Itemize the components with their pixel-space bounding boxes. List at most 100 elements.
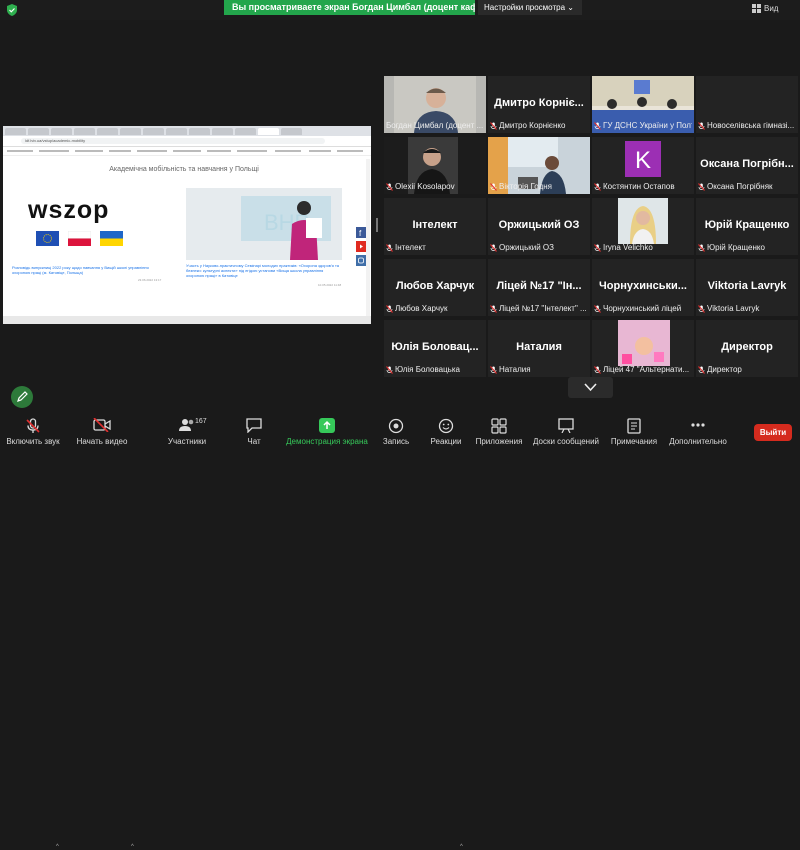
participant-tile[interactable]: Оржицький ОЗ Оржицький ОЗ	[488, 198, 590, 255]
participant-tile[interactable]: Любов Харчук Любов Харчук	[384, 259, 486, 316]
notes-label: Примечания	[610, 437, 658, 446]
shield-icon	[7, 4, 17, 16]
participants-count: 167	[195, 418, 207, 425]
view-button[interactable]: Вид	[752, 4, 778, 13]
participants-label: Участники	[167, 437, 207, 446]
unmute-label: Включить звук	[6, 437, 60, 446]
apps-label: Приложения	[475, 437, 523, 446]
participant-name: Оксана Погрібняк	[707, 182, 773, 191]
participant-display-name: Наталия	[516, 341, 562, 353]
microphone-muted-icon	[594, 182, 601, 191]
whiteboards-button[interactable]: Доски сообщений	[530, 410, 602, 450]
participant-name-label: Богдан Цимбал (доцент ...	[386, 121, 484, 130]
annotate-button[interactable]	[11, 386, 33, 408]
participant-display-name: Любов Харчук	[395, 280, 475, 292]
start-video-button[interactable]: Начать видео	[72, 410, 132, 450]
microphone-muted-icon	[698, 243, 705, 252]
more-button[interactable]: Дополнительно	[666, 410, 730, 450]
microphone-muted-icon	[490, 365, 497, 374]
participant-tile[interactable]: Юрій Кращенко Юрій Кращенко	[696, 198, 798, 255]
record-icon	[388, 418, 404, 434]
start-video-label: Начать видео	[76, 437, 128, 446]
participant-tile[interactable]: Новоселівська гімназі...	[696, 76, 798, 133]
participant-tile[interactable]: Iryna Velichko	[592, 198, 694, 255]
participant-name: Viktoria Lavryk	[707, 304, 760, 313]
participant-name-label: Iryna Velichko	[594, 243, 692, 252]
poland-flag-icon	[68, 231, 91, 246]
microphone-muted-icon	[386, 182, 393, 191]
participant-tile[interactable]: ГУ ДСНС України у Полт...	[592, 76, 694, 133]
participant-name: Вікторія Годня	[499, 182, 552, 191]
participant-tile[interactable]: Директор Директор	[696, 320, 798, 377]
participant-tile[interactable]: Інтелект Інтелект	[384, 198, 486, 255]
microphone-muted-icon	[490, 243, 497, 252]
participant-name-label: Костянтин Остапов	[594, 182, 692, 191]
participant-tile[interactable]: Наталия Наталия	[488, 320, 590, 377]
record-button[interactable]: Запись	[376, 410, 416, 450]
unmute-button[interactable]: Включить звук	[0, 410, 66, 450]
microphone-muted-icon	[594, 365, 601, 374]
instagram-icon[interactable]	[356, 255, 366, 266]
bookmarks-bar	[3, 147, 371, 156]
participant-tile[interactable]: Ліцей №17 "Ін... Ліцей №17 "Інтелект" ...	[488, 259, 590, 316]
participant-name: Дмитро Корнієнко	[499, 121, 566, 130]
gallery-next-button[interactable]	[568, 377, 613, 398]
participant-tile[interactable]: Viktoria Lavryk Viktoria Lavryk	[696, 259, 798, 316]
news2-title[interactable]: Участь у Науково-практичному Семінарі мо…	[186, 263, 342, 278]
participant-name-label: Viktoria Lavryk	[698, 304, 796, 313]
participant-tile[interactable]: Ліцей 47 "Альтернати...	[592, 320, 694, 377]
page-title: Академічна мобільність та навчання у Пол…	[109, 166, 259, 173]
share-screen-button[interactable]: Демонстрация экрана	[284, 410, 370, 450]
participant-tile[interactable]: K Костянтин Остапов	[592, 137, 694, 194]
participant-name-label: Юрій Кращенко	[698, 243, 796, 252]
microphone-muted-icon	[490, 304, 497, 313]
participant-name: Богдан Цимбал (доцент ...	[386, 121, 484, 130]
apps-button[interactable]: Приложения	[474, 410, 524, 450]
participant-display-name: Юлія Боловац...	[391, 341, 479, 353]
participant-tile[interactable]: Чорнухинськи... Чорнухинський ліцей	[592, 259, 694, 316]
chat-button[interactable]: Чат	[236, 410, 272, 450]
youtube-icon[interactable]	[356, 241, 366, 252]
facebook-icon[interactable]: f	[356, 227, 366, 238]
participant-name: Ліцей №17 "Інтелект" ...	[499, 304, 587, 313]
participant-name: Ліцей 47 "Альтернати...	[603, 365, 690, 374]
participant-tile[interactable]: Olexii Kosolapov	[384, 137, 486, 194]
wszop-logo: wszop	[28, 196, 110, 224]
news-photo: BHP	[186, 188, 342, 260]
participant-tile[interactable]: Вікторія Годня	[488, 137, 590, 194]
participant-display-name: Директор	[721, 341, 773, 353]
share-banner: Вы просматриваете экран Богдан Цимбал (д…	[224, 0, 475, 15]
participant-tile[interactable]: Оксана Погрібн... Оксана Погрібняк	[696, 137, 798, 194]
participant-name: Наталия	[499, 365, 531, 374]
video-options-caret[interactable]: ^	[131, 844, 134, 850]
microphone-muted-icon	[594, 243, 601, 252]
participant-name: Юрій Кращенко	[707, 243, 765, 252]
participant-tile[interactable]: Юлія Боловац... Юлія Боловацька	[384, 320, 486, 377]
participant-display-name: Оржицький ОЗ	[498, 219, 580, 231]
view-options-button[interactable]: Настройки просмотра ⌄	[478, 0, 582, 15]
microphone-muted-icon	[490, 121, 497, 130]
participant-name-label: Оксана Погрібняк	[698, 182, 796, 191]
participant-display-name: Інтелект	[412, 219, 458, 231]
audio-options-caret[interactable]: ^	[56, 844, 59, 850]
split-divider[interactable]	[376, 218, 378, 232]
participant-tile[interactable]: Дмитро Корніє... Дмитро Корнієнко	[488, 76, 590, 133]
notes-button[interactable]: Примечания	[606, 410, 662, 450]
participant-name: Оржицький ОЗ	[499, 243, 554, 252]
browser-tabs	[3, 126, 371, 136]
news1-title[interactable]: Розповідь випускниці 2022 року щодо навч…	[12, 265, 164, 275]
microphone-muted-icon	[698, 182, 705, 191]
participant-name-label: Юлія Боловацька	[386, 365, 484, 374]
reactions-button[interactable]: Реакции	[426, 410, 466, 450]
chevron-down-icon: ⌄	[567, 3, 574, 12]
address-field: ldf.lviv.ua/vstup/academic-mobility	[21, 138, 325, 144]
leave-button[interactable]: Выйти	[754, 424, 792, 441]
microphone-muted-icon	[26, 418, 40, 433]
participants-button[interactable]: Участники	[160, 410, 214, 450]
participant-name: Інтелект	[395, 243, 426, 252]
participant-tile[interactable]: Богдан Цимбал (доцент ...	[384, 76, 486, 133]
reactions-caret[interactable]: ^	[460, 844, 463, 850]
pencil-icon	[17, 391, 28, 402]
share-screen-icon	[319, 418, 335, 433]
more-icon	[691, 423, 705, 427]
